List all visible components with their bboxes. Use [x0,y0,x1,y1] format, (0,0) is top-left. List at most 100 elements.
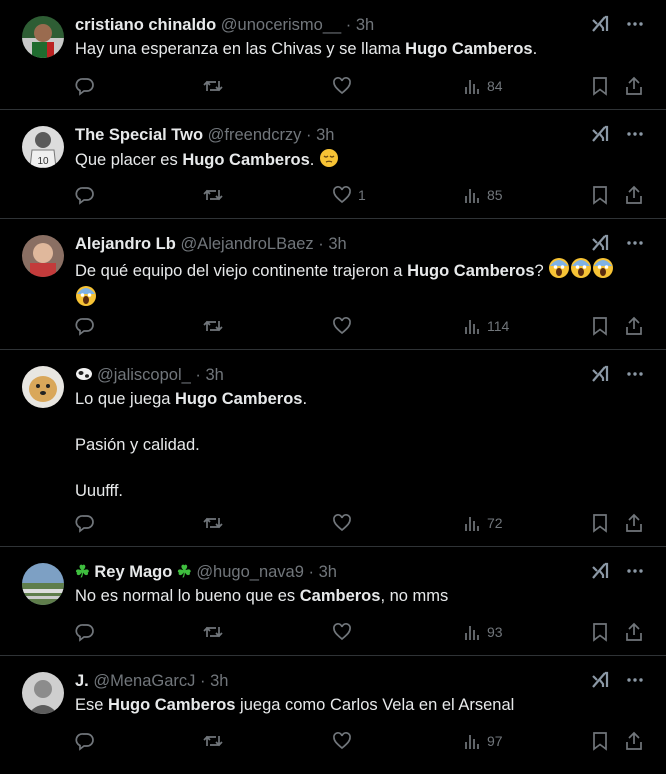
text-segment: No es normal lo bueno que es [75,587,300,605]
views-button[interactable]: 97 [463,730,503,752]
repost-button[interactable] [202,730,224,752]
views-button[interactable]: 93 [463,621,503,643]
views-button[interactable]: 85 [463,184,503,206]
reply-button[interactable] [75,184,95,206]
timestamp[interactable]: 3h [205,366,223,384]
reply-icon [75,622,95,642]
views-button[interactable]: 114 [463,315,509,337]
bookmark-button[interactable] [591,621,609,643]
timestamp[interactable]: 3h [328,235,346,253]
tweet-header: ☘ Rey Mago ☘ @hugo_nava9 · 3h [75,562,586,582]
tweet-top-actions [590,561,644,581]
text-segment: Que placer es [75,151,183,169]
share-button[interactable] [624,315,644,337]
handle[interactable]: @freendcrzy [208,126,302,144]
more-icon[interactable] [626,671,644,689]
share-icon [624,731,644,751]
tweet[interactable]: 10 The Special Two @freendcrzy · 3h Que … [0,110,666,219]
tweet[interactable]: Alejandro Lb @AlejandroLBaez · 3h De qué… [0,219,666,350]
like-button[interactable] [332,315,358,337]
avatar[interactable] [22,366,64,408]
text-segment: . [309,151,315,169]
reply-button[interactable] [75,75,95,97]
like-button[interactable]: 1 [332,184,366,206]
clover-icon: ☘ [176,563,192,581]
bookmark-icon [591,185,609,205]
text-segment: ? [534,262,544,280]
action-bar: 97 [75,730,646,752]
share-button[interactable] [624,184,644,206]
separator: · [199,672,206,690]
avatar[interactable] [22,16,64,58]
grok-icon[interactable] [590,364,610,384]
display-name[interactable]: J. [75,672,89,690]
repost-button[interactable] [202,75,224,97]
timestamp[interactable]: 3h [319,563,337,581]
repost-button[interactable] [202,315,224,337]
handle[interactable]: @hugo_nava9 [196,563,304,581]
display-name[interactable]: Rey Mago [94,563,172,581]
repost-button[interactable] [202,621,224,643]
like-button[interactable] [332,75,358,97]
share-button[interactable] [624,621,644,643]
repost-button[interactable] [202,184,224,206]
tweet[interactable]: J. @MenaGarcJ · 3h Ese Hugo Camberos jue… [0,656,666,774]
more-icon[interactable] [626,562,644,580]
tweet[interactable]: ☘ Rey Mago ☘ @hugo_nava9 · 3h No es norm… [0,547,666,656]
views-icon [463,77,481,95]
share-button[interactable] [624,730,644,752]
handle[interactable]: @MenaGarcJ [93,672,195,690]
like-button[interactable] [332,621,358,643]
repost-icon [202,731,224,751]
more-icon[interactable] [626,15,644,33]
display-name[interactable]: cristiano chinaldo [75,16,216,34]
avatar[interactable] [22,672,64,714]
grok-icon[interactable] [590,670,610,690]
reply-button[interactable] [75,512,95,534]
text-line: Uuufff. [75,482,124,500]
display-name[interactable]: The Special Two [75,126,203,144]
grok-icon[interactable] [590,14,610,34]
text-segment: De qué equipo del viejo continente traje… [75,262,408,280]
timestamp[interactable]: 3h [316,126,334,144]
handle[interactable]: @AlejandroLBaez [180,235,313,253]
reply-icon [75,316,95,336]
views-button[interactable]: 72 [463,512,503,534]
bookmark-button[interactable] [591,730,609,752]
repost-button[interactable] [202,512,224,534]
bookmark-button[interactable] [591,184,609,206]
more-icon[interactable] [626,125,644,143]
grok-icon[interactable] [590,124,610,144]
avatar[interactable]: 10 [22,126,64,168]
avatar[interactable] [22,235,64,277]
avatar[interactable] [22,563,64,605]
handle[interactable]: @unocerismo__ [221,16,341,34]
reply-icon [75,513,95,533]
grok-icon[interactable] [590,561,610,581]
bookmark-button[interactable] [591,315,609,337]
like-button[interactable] [332,730,358,752]
screaming-face-emoji [548,257,570,285]
share-button[interactable] [624,75,644,97]
reply-button[interactable] [75,315,95,337]
more-icon[interactable] [626,365,644,383]
handle[interactable]: @jaliscopol_ [97,366,191,384]
bookmark-button[interactable] [591,75,609,97]
text-line: Pasión y calidad. [75,436,200,454]
display-name[interactable]: Alejandro Lb [75,235,176,253]
timestamp[interactable]: 3h [210,672,228,690]
like-button[interactable] [332,512,358,534]
grok-icon[interactable] [590,233,610,253]
more-icon[interactable] [626,234,644,252]
reply-button[interactable] [75,621,95,643]
reply-button[interactable] [75,730,95,752]
share-icon [624,316,644,336]
like-icon [332,513,352,533]
clover-icon: ☘ [75,563,90,581]
tweet[interactable]: @jaliscopol_ · 3h Lo que juega Hugo Camb… [0,350,666,547]
tweet[interactable]: cristiano chinaldo @unocerismo__ · 3h Ha… [0,0,666,110]
bookmark-button[interactable] [591,512,609,534]
timestamp[interactable]: 3h [356,16,374,34]
share-button[interactable] [624,512,644,534]
views-button[interactable]: 84 [463,75,503,97]
